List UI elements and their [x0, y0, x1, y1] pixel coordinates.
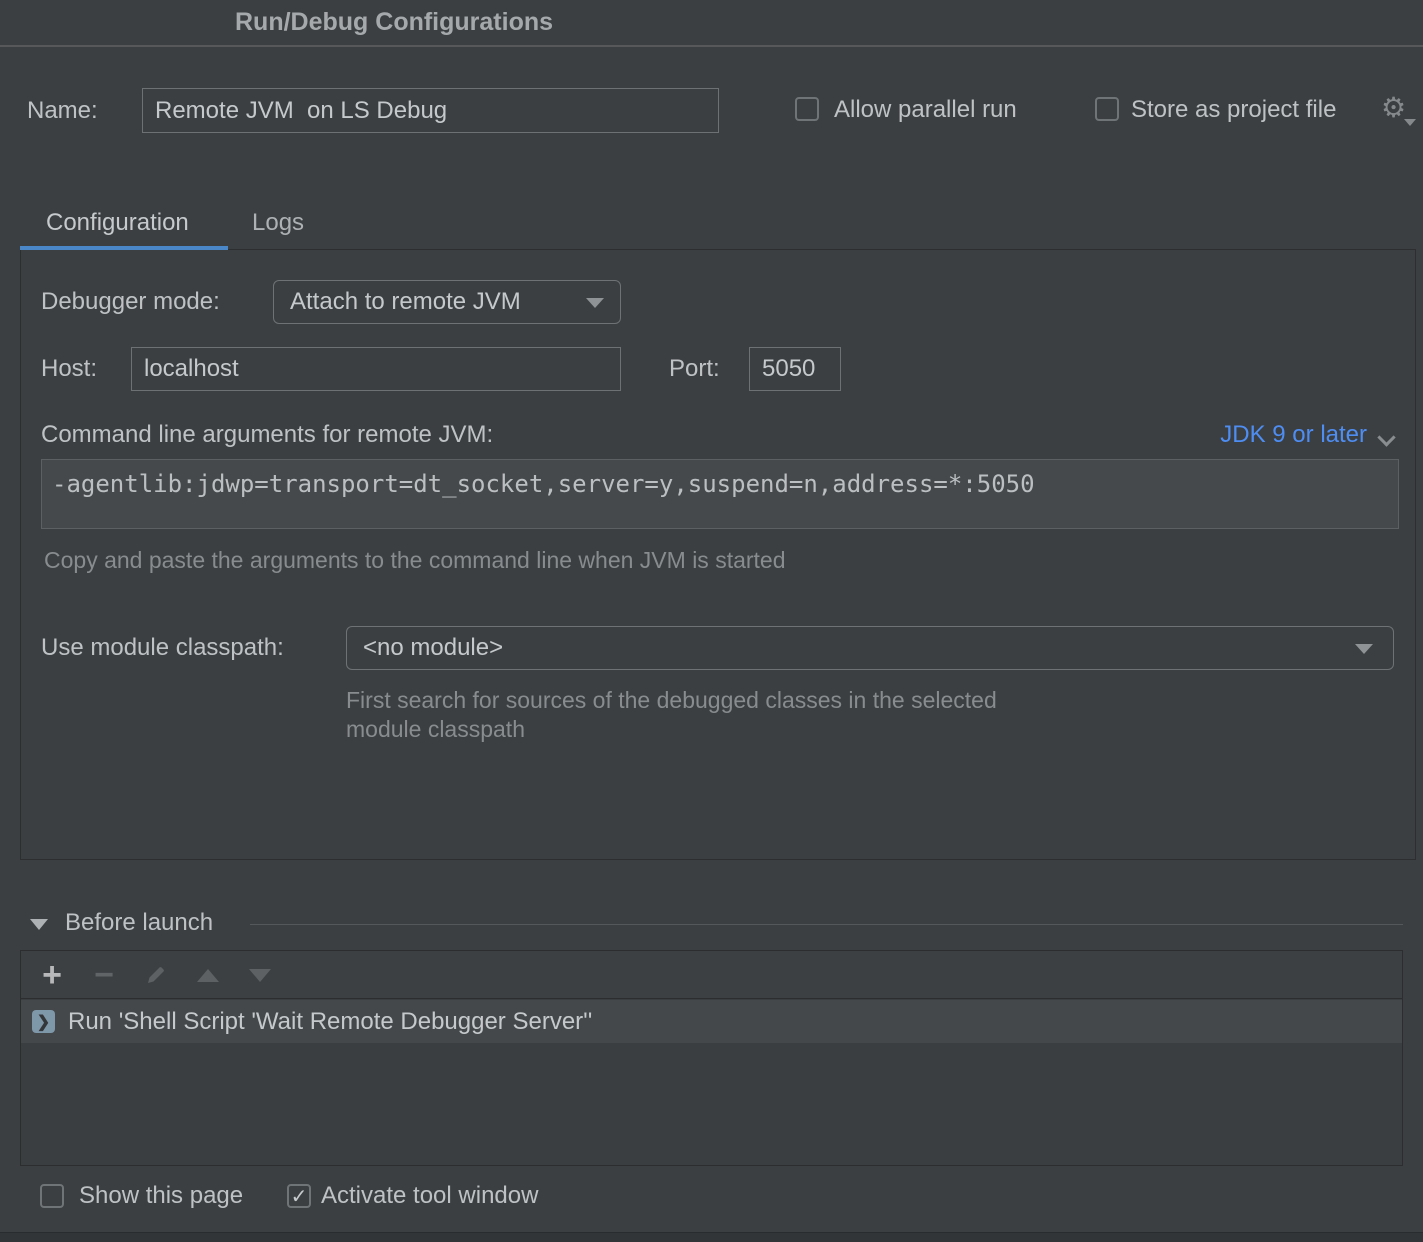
check-icon: ✓ — [291, 1184, 308, 1209]
jdk-version-selector[interactable]: JDK 9 or later — [1220, 420, 1367, 450]
allow-parallel-run-checkbox[interactable] — [795, 97, 819, 121]
debugger-mode-dropdown[interactable]: Attach to remote JVM — [273, 280, 621, 324]
edit-button[interactable] — [139, 951, 173, 999]
allow-parallel-run-label: Allow parallel run — [834, 96, 1017, 124]
activate-tool-window-label: Activate tool window — [321, 1182, 538, 1210]
gear-dropdown-arrow-icon — [1404, 119, 1416, 126]
before-launch-separator — [250, 924, 1403, 925]
dialog-title: Run/Debug Configurations — [235, 0, 553, 45]
store-as-project-file-label: Store as project file — [1131, 96, 1336, 124]
gear-icon[interactable]: ⚙ — [1381, 92, 1406, 124]
module-classpath-hint-line2: module classpath — [346, 715, 997, 744]
dialog-bottom-edge — [0, 1232, 1423, 1242]
tab-configuration[interactable]: Configuration — [46, 200, 189, 246]
run-debug-configurations-dialog: Run/Debug Configurations Name: Allow par… — [0, 0, 1423, 1242]
host-input[interactable] — [131, 347, 621, 391]
chevron-down-icon — [1355, 644, 1373, 654]
tab-logs[interactable]: Logs — [252, 200, 304, 246]
triangle-up-icon — [197, 969, 219, 982]
show-this-page-label: Show this page — [79, 1182, 243, 1210]
before-launch-panel: + − ❯ Run 'Shell Script 'Wait Remote Deb… — [20, 950, 1403, 1166]
pencil-icon — [144, 963, 168, 987]
run-shell-script-icon: ❯ — [32, 1010, 55, 1033]
jdk-chevron-down-icon[interactable] — [1377, 428, 1395, 446]
collapse-triangle-icon[interactable] — [30, 919, 48, 930]
show-this-page-checkbox[interactable] — [40, 1184, 64, 1208]
name-input[interactable] — [142, 88, 719, 133]
chevron-down-icon — [586, 298, 604, 308]
before-launch-header: Before launch — [0, 905, 1423, 941]
name-label: Name: — [27, 88, 98, 133]
configuration-panel: Debugger mode: Attach to remote JVM Host… — [20, 249, 1416, 860]
module-classpath-dropdown[interactable]: <no module> — [346, 626, 1394, 670]
module-classpath-hint-line1: First search for sources of the debugged… — [346, 686, 997, 715]
triangle-down-icon — [249, 969, 271, 982]
move-up-button[interactable] — [191, 951, 225, 999]
gear-glyph: ⚙ — [1381, 92, 1406, 123]
debugger-mode-label: Debugger mode: — [41, 280, 220, 324]
before-launch-task-row[interactable]: ❯ Run 'Shell Script 'Wait Remote Debugge… — [21, 1000, 1402, 1043]
active-tab-underline — [20, 246, 228, 250]
before-launch-title: Before launch — [65, 905, 213, 941]
remove-button[interactable]: − — [87, 951, 121, 999]
move-down-button[interactable] — [243, 951, 277, 999]
dialog-titlebar: Run/Debug Configurations — [0, 0, 1423, 47]
module-classpath-hint: First search for sources of the debugged… — [346, 686, 997, 744]
store-as-project-file-checkbox[interactable] — [1095, 97, 1119, 121]
module-classpath-label: Use module classpath: — [41, 626, 284, 670]
run-chevron-glyph: ❯ — [37, 1012, 50, 1032]
before-launch-toolbar: + − — [21, 951, 1402, 999]
before-launch-task-label: Run 'Shell Script 'Wait Remote Debugger … — [68, 1008, 592, 1036]
activate-tool-window-checkbox[interactable]: ✓ — [287, 1184, 311, 1208]
command-line-args-value[interactable]: -agentlib:jdwp=transport=dt_socket,serve… — [41, 459, 1399, 529]
port-input[interactable] — [749, 347, 841, 391]
command-line-args-hint: Copy and paste the arguments to the comm… — [44, 547, 786, 574]
debugger-mode-value: Attach to remote JVM — [290, 288, 521, 316]
add-button[interactable]: + — [35, 951, 69, 999]
host-label: Host: — [41, 347, 97, 391]
port-label: Port: — [669, 347, 720, 391]
command-line-args-label: Command line arguments for remote JVM: — [41, 420, 493, 450]
module-classpath-value: <no module> — [363, 634, 503, 662]
